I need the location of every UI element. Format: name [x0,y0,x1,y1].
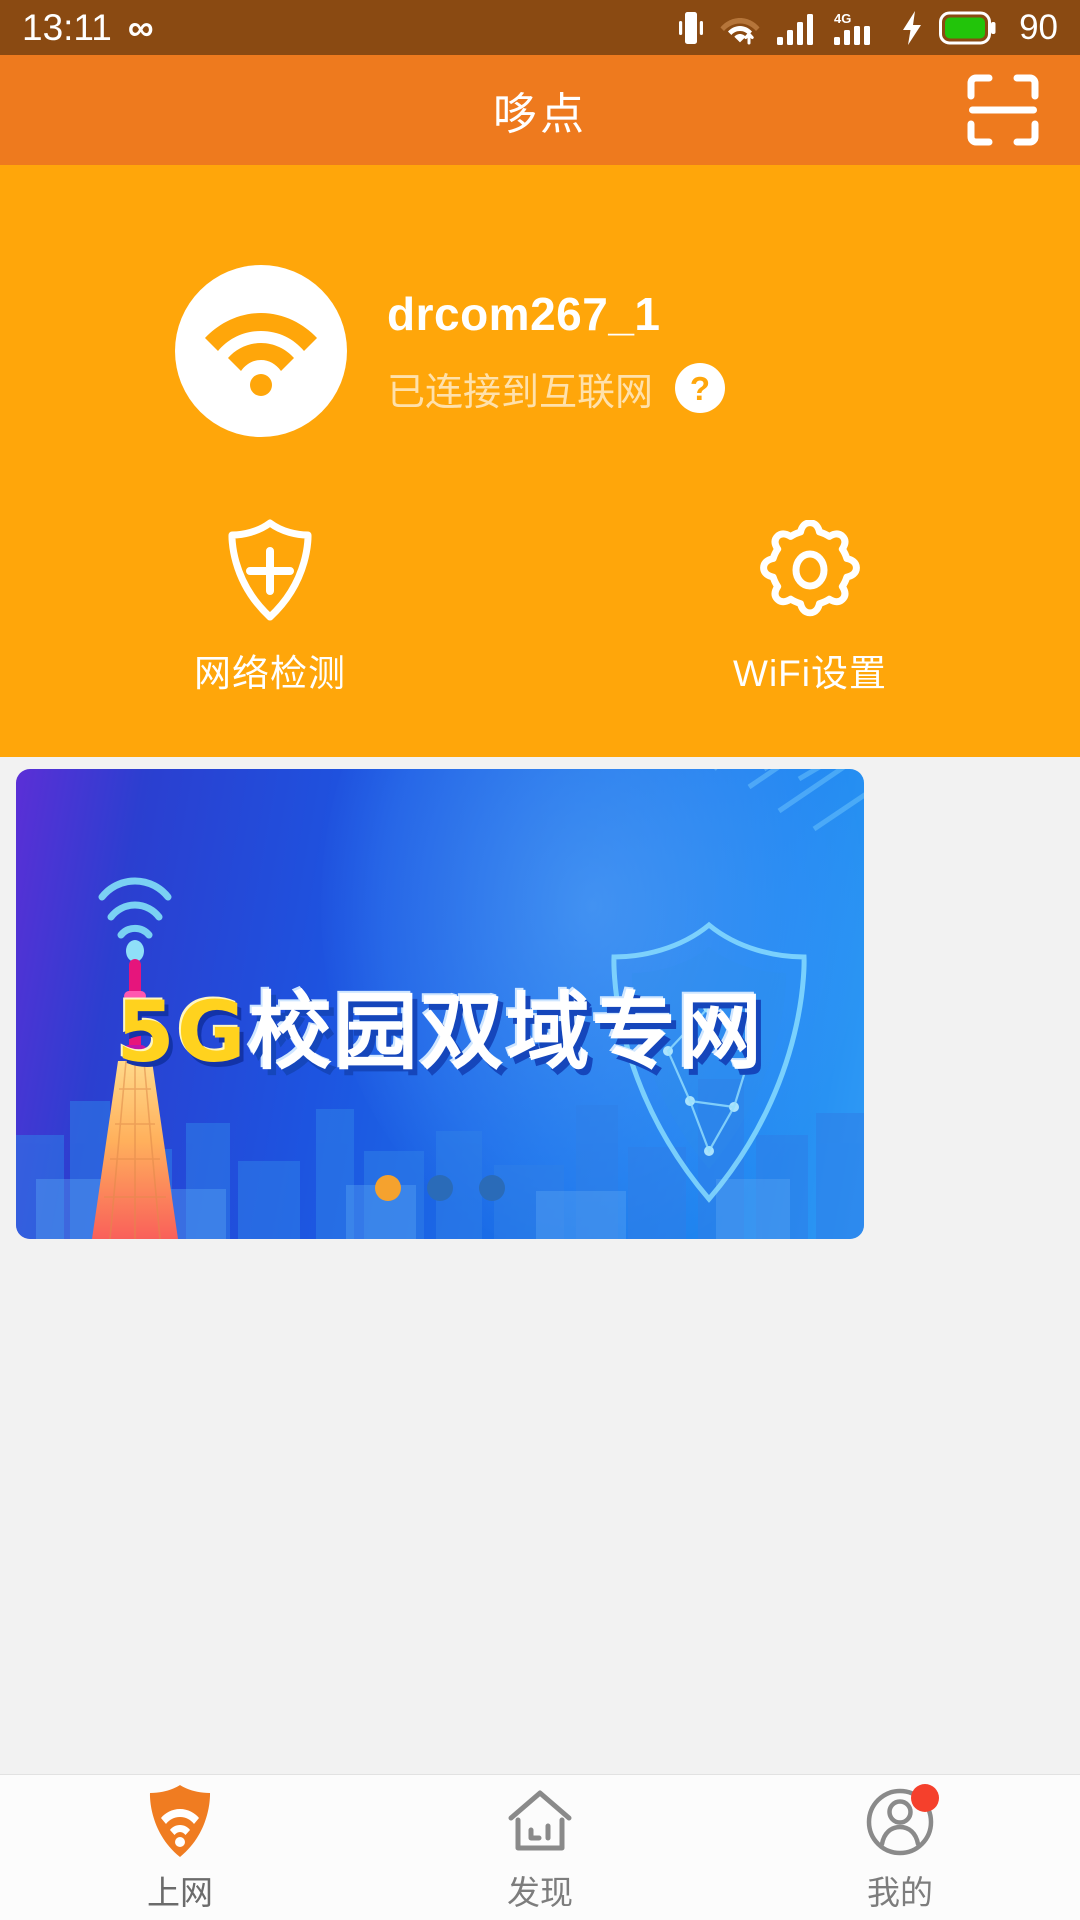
home-icon [505,1782,575,1860]
wifi-icon [205,313,317,396]
tab-mine-label: 我的 [867,1873,933,1911]
svg-text:?: ? [690,370,710,407]
banner-diagonal-lines [714,769,864,832]
tab-internet-label: 上网 [147,1873,213,1911]
gear-icon [760,520,860,619]
network-detection-button[interactable]: 网络检测 [0,519,540,697]
charging-bolt-icon [903,10,922,45]
network-detection-label: 网络检测 [194,653,346,694]
tab-mine[interactable]: 我的 [720,1782,1080,1914]
tab-discover-label: 发现 [507,1873,573,1911]
wifi-status-icon-badge [175,265,347,437]
wifi-status-row: drcom267_1 已连接到互联网 ? [0,165,1080,437]
app-root: 13:11 ∞ 4G 90 哆点 drcom267_1 已连接到互联网 ? 网络… [0,0,1080,1920]
wifi-data-icon [720,17,760,44]
banner-title: 5G校园双域专网 [16,965,864,1086]
help-circle-button[interactable]: ? [673,361,727,415]
wifi-connection-status: 已连接到互联网 [387,371,654,414]
carousel-dot[interactable] [375,1175,401,1201]
carousel-dot[interactable] [427,1175,453,1201]
status-bar-clock: 13:11 [22,6,112,48]
wifi-connection-status-row: 已连接到互联网 ? [387,361,727,416]
status-bar: 13:11 ∞ 4G 90 [0,0,1080,55]
vibrate-icon [679,11,704,44]
notification-badge [911,1783,939,1812]
shield-plus-icon [223,519,317,621]
signal-bars-icon [777,13,814,45]
tab-internet[interactable]: 上网 [0,1782,360,1914]
scan-qr-icon [967,74,1039,146]
wifi-settings-label: WiFi设置 [733,653,887,694]
wifi-actions-row: 网络检测 WiFi设置 [0,519,1080,757]
banner-carousel-wrap: 5G校园双域专网 [0,757,1080,1239]
tab-discover[interactable]: 发现 [360,1782,720,1914]
shield-wifi-icon [147,1782,213,1860]
battery-icon [939,11,996,44]
wifi-text-block: drcom267_1 已连接到互联网 ? [387,287,727,416]
wifi-ssid: drcom267_1 [387,287,661,340]
page-title: 哆点 [493,90,587,139]
status-bar-icons: 4G 90 [678,8,1058,48]
app-header: 哆点 [0,55,1080,165]
battery-percent: 90 [1019,7,1058,47]
wifi-status-card: drcom267_1 已连接到互联网 ? 网络检测 WiFi设置 [0,165,1080,757]
carousel-dot[interactable] [479,1175,505,1201]
banner-title-highlight: 5G [116,983,248,1081]
carousel-dots [16,1175,864,1201]
help-circle-icon: ? [675,363,726,413]
signal-bars-4g-icon: 4G [834,11,871,45]
banner-title-rest: 校园双域专网 [247,983,764,1081]
bottom-navigation: 上网 发现 我的 [0,1774,1080,1920]
infinity-icon: ∞ [127,6,154,48]
scan-qr-button[interactable] [960,67,1046,153]
svg-text:4G: 4G [834,11,851,26]
promo-banner[interactable]: 5G校园双域专网 [16,769,864,1239]
wifi-settings-button[interactable]: WiFi设置 [540,520,1080,697]
person-icon-wrap [865,1782,939,1860]
content-spacer [0,1239,1080,1774]
